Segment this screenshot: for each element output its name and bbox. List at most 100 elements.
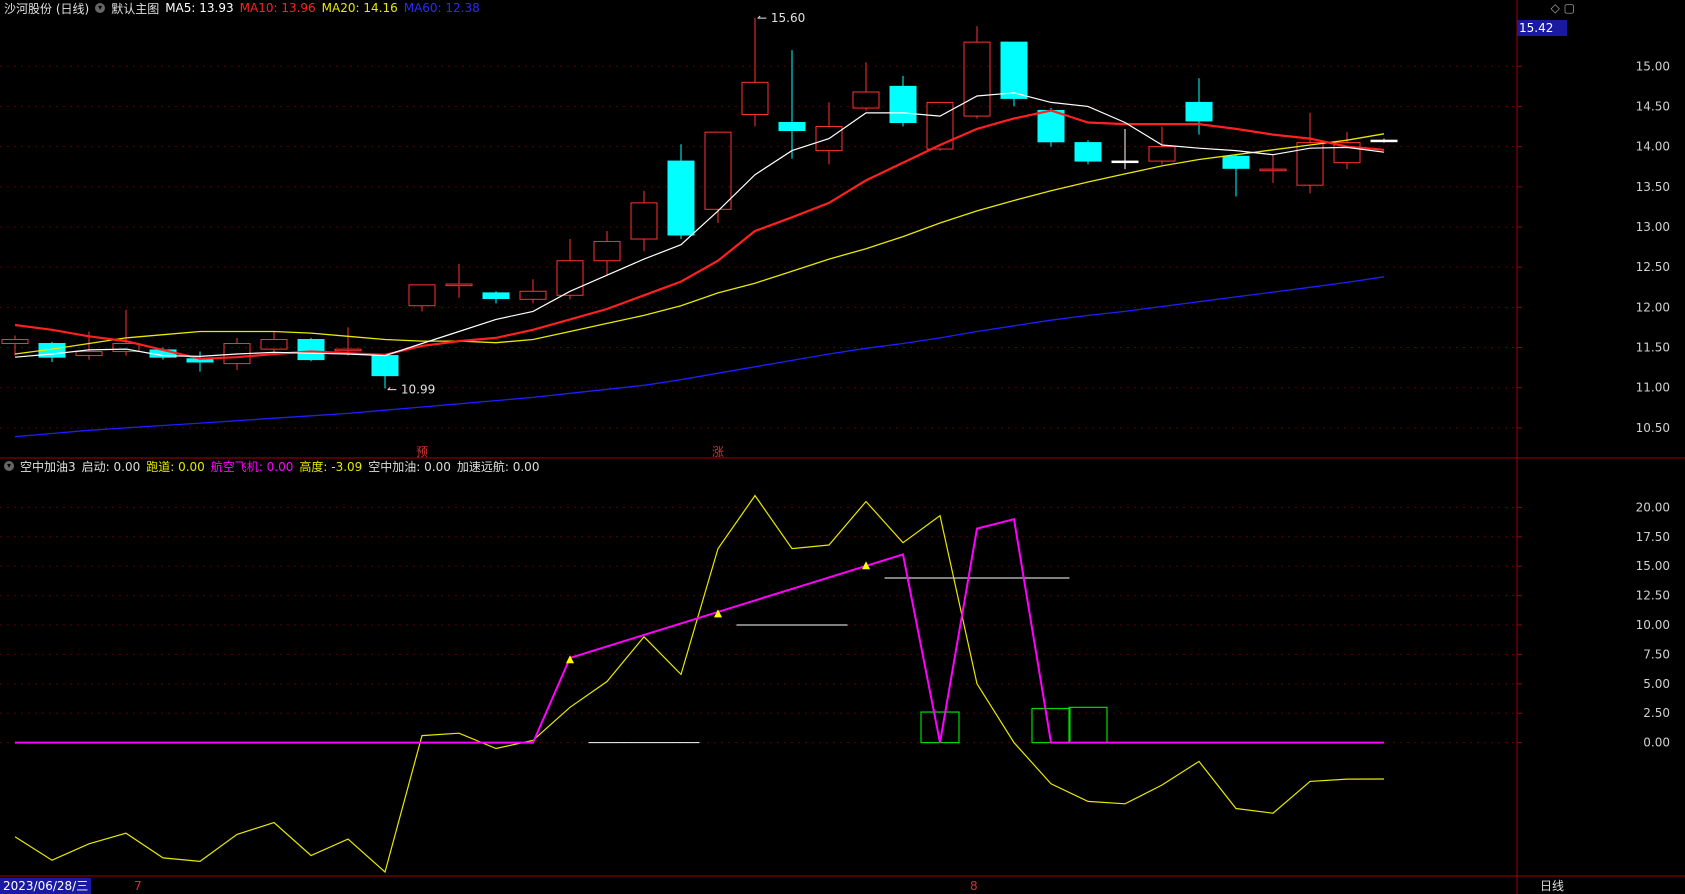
candle-body xyxy=(1000,41,1028,99)
indicator-magenta-line xyxy=(15,517,1384,744)
candle xyxy=(445,263,473,298)
maximize-icon[interactable]: ▢ xyxy=(1564,1,1575,15)
period-label[interactable]: 日线 xyxy=(1540,878,1564,894)
ma20-line xyxy=(14,133,1385,355)
candle xyxy=(741,18,769,127)
current-price-tag: 15.42 xyxy=(1517,20,1567,36)
ma60-line xyxy=(14,276,1385,438)
candle-body xyxy=(741,81,769,115)
candle-body xyxy=(297,338,325,361)
candle-body xyxy=(519,290,547,300)
ma20-label: MA20: 14.16 xyxy=(321,1,398,15)
ma10-label: MA10: 13.96 xyxy=(239,1,316,15)
candle xyxy=(1000,41,1028,107)
stock-title[interactable]: 沙河股份 (日线) xyxy=(4,0,89,17)
indicator-item-runway: 跑道: 0.00 xyxy=(146,459,205,474)
candle xyxy=(889,75,917,127)
candle xyxy=(1222,154,1250,197)
ma60-label: MA60: 12.38 xyxy=(403,1,480,15)
chevron-down-icon[interactable]: ▾ xyxy=(4,461,14,471)
candle xyxy=(926,101,954,151)
candle xyxy=(1296,112,1324,194)
y-tick-label: 14.00 xyxy=(1636,140,1670,154)
y-tick-label: 14.50 xyxy=(1636,99,1670,113)
candle xyxy=(1111,128,1139,170)
candle-body xyxy=(1222,155,1250,169)
candle-body xyxy=(1074,142,1102,162)
main-chart-header: 沙河股份 (日线) ▾ 默认主图 MA5: 13.93 MA10: 13.96 … xyxy=(4,0,480,16)
candle-body xyxy=(482,292,510,300)
high-price-label: ↼ 15.60 xyxy=(757,11,805,25)
candle-body xyxy=(556,260,584,296)
candle-body xyxy=(630,202,658,240)
y-tick-label: 12.50 xyxy=(1636,260,1670,274)
candle xyxy=(482,291,510,304)
month-mark-7: 7 xyxy=(134,879,142,893)
candle-body xyxy=(1111,160,1139,164)
refuel-box xyxy=(1068,706,1108,744)
indicator-header: ▾ 空中加油3 启动: 0.00 跑道: 0.00 航空飞机: 0.00 高度:… xyxy=(4,458,539,474)
candle xyxy=(1333,132,1361,170)
candle-body xyxy=(1185,101,1213,122)
chevron-down-icon[interactable]: ▾ xyxy=(95,3,106,13)
candle xyxy=(852,62,880,111)
candle-body xyxy=(852,91,880,109)
candle xyxy=(778,50,806,159)
month-mark-8: 8 xyxy=(970,879,978,893)
y-tick-label: 17.50 xyxy=(1636,530,1670,544)
candle xyxy=(408,284,436,312)
indicator-item-refuel: 空中加油: 0.00 xyxy=(368,459,451,474)
ma5-label: MA5: 13.93 xyxy=(165,1,234,15)
candle-body xyxy=(963,41,991,117)
y-tick-label: 2.50 xyxy=(1643,706,1670,720)
candle-body xyxy=(1,338,29,345)
candle xyxy=(1370,138,1398,143)
y-tick-label: 15.00 xyxy=(1636,559,1670,573)
candle-body xyxy=(334,348,362,352)
y-tick-label: 13.00 xyxy=(1636,220,1670,234)
indicator-name[interactable]: 空中加油3 xyxy=(20,458,76,475)
candle-body xyxy=(667,160,695,236)
low-price-label: ↼ 10.99 xyxy=(387,383,435,397)
y-tick-label: 12.00 xyxy=(1636,300,1670,314)
candle-body xyxy=(408,284,436,307)
y-tick-label: 15.00 xyxy=(1636,59,1670,73)
candle-body xyxy=(889,85,917,124)
candle-body xyxy=(1370,139,1398,143)
candle xyxy=(1259,154,1287,183)
candle xyxy=(260,331,288,354)
y-tick-label: 12.50 xyxy=(1636,589,1670,603)
date-label: 2023/06/28/三 xyxy=(0,878,92,894)
candle-body xyxy=(1037,109,1065,143)
candle xyxy=(297,337,325,362)
candle-body xyxy=(704,131,732,210)
stock-chart[interactable]: 10.50 11.00 11.50 12.00 12.50 13.00 13.50 14.00… xyxy=(0,0,1685,894)
candle-body xyxy=(593,240,621,262)
candle xyxy=(556,239,584,300)
candle xyxy=(667,144,695,240)
indicator-item-accel: 加速远航: 0.00 xyxy=(456,459,540,474)
y-tick-label: 0.00 xyxy=(1643,736,1670,750)
indicator-item-height: 高度: -3.09 xyxy=(299,459,363,474)
ma5-line xyxy=(14,92,1385,358)
y-tick-label: 11.00 xyxy=(1636,381,1670,395)
candle xyxy=(38,341,66,362)
main-chart-name[interactable]: 默认主图 xyxy=(111,0,159,17)
candle xyxy=(630,190,658,252)
candle-body xyxy=(445,283,473,287)
signal-mark: 涨 xyxy=(712,444,724,459)
candle xyxy=(519,279,547,304)
y-tick-label: 5.00 xyxy=(1643,677,1670,691)
window-controls: ◇ ▢ xyxy=(1551,0,1575,16)
indicator-item-plane: 航空飞机: 0.00 xyxy=(210,459,294,474)
y-tick-label: 20.00 xyxy=(1636,500,1670,514)
y-tick-label: 10.00 xyxy=(1636,618,1670,632)
candle-body xyxy=(778,122,806,132)
candle xyxy=(963,26,991,119)
candle-body xyxy=(1296,142,1324,186)
y-tick-label: 7.50 xyxy=(1643,647,1670,661)
candle xyxy=(334,327,362,356)
ma10-line xyxy=(14,109,1385,360)
indicator-item-start: 启动: 0.00 xyxy=(81,459,141,474)
diamond-icon[interactable]: ◇ xyxy=(1551,1,1560,15)
